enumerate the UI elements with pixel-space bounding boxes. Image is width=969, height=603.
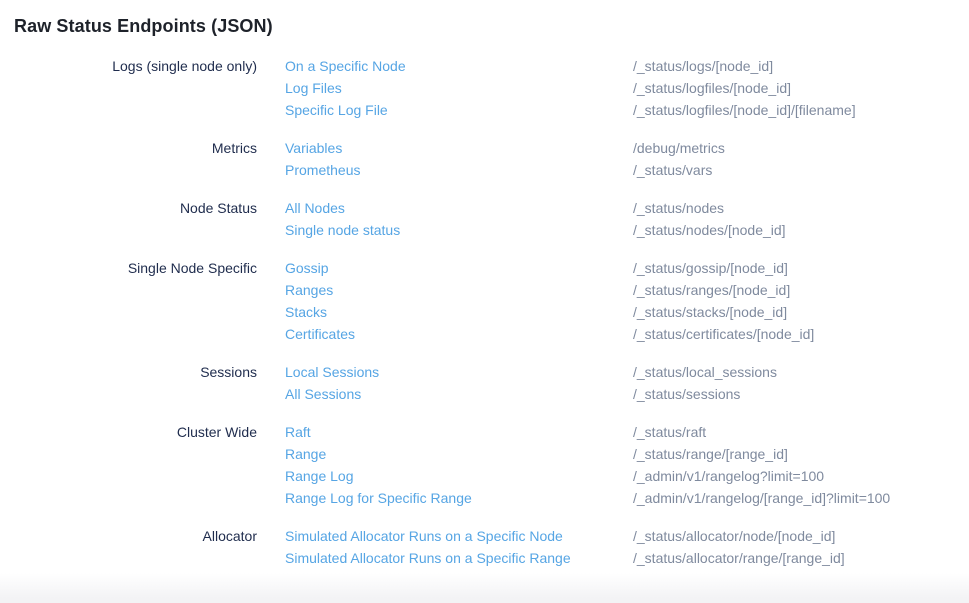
- section-category: [0, 443, 285, 465]
- endpoint-link[interactable]: Simulated Allocator Runs on a Specific N…: [285, 525, 563, 547]
- endpoint-link[interactable]: Range Log: [285, 465, 354, 487]
- section-category: [0, 323, 285, 345]
- endpoint-link[interactable]: Range Log for Specific Range: [285, 487, 472, 509]
- endpoint-path: /_status/gossip/[node_id]: [633, 257, 969, 279]
- endpoint-path: /_status/logs/[node_id]: [633, 55, 969, 77]
- endpoint-path: /_status/allocator/range/[range_id]: [633, 547, 969, 569]
- endpoint-path: /_status/certificates/[node_id]: [633, 323, 969, 345]
- endpoint-link[interactable]: All Nodes: [285, 197, 345, 219]
- endpoint-path: /_status/vars: [633, 159, 969, 181]
- endpoint-path: /_status/allocator/node/[node_id]: [633, 525, 969, 547]
- endpoint-row: Specific Log File /_status/logfiles/[node…: [0, 99, 969, 121]
- section-category: [0, 99, 285, 121]
- section-category: Metrics: [0, 137, 285, 159]
- endpoint-link[interactable]: Gossip: [285, 257, 329, 279]
- endpoint-row: Log Files /_status/logfiles/[node_id]: [0, 77, 969, 99]
- endpoint-path: /_status/range/[range_id]: [633, 443, 969, 465]
- endpoint-row: Range /_status/range/[range_id]: [0, 443, 969, 465]
- endpoint-section: MetricsVariables/debug/metricsPrometheus…: [0, 137, 969, 181]
- endpoint-row: All Sessions /_status/sessions: [0, 383, 969, 405]
- endpoint-path: /_status/stacks/[node_id]: [633, 301, 969, 323]
- section-category: Cluster Wide: [0, 421, 285, 443]
- endpoint-row: Single Node SpecificGossip /_status/gossi…: [0, 257, 969, 279]
- endpoint-row: Range Log for Specific Range /_admin/v1/r…: [0, 487, 969, 509]
- endpoint-row: MetricsVariables/debug/metrics: [0, 137, 969, 159]
- endpoint-link[interactable]: Stacks: [285, 301, 327, 323]
- section-category: [0, 159, 285, 181]
- endpoint-path: /debug/metrics: [633, 137, 969, 159]
- section-category: [0, 547, 285, 569]
- endpoint-section: AllocatorSimulated Allocator Runs on a S…: [0, 525, 969, 569]
- endpoint-row: Logs (single node only)On a Specific Nod…: [0, 55, 969, 77]
- section-category: [0, 383, 285, 405]
- endpoint-path: /_status/logfiles/[node_id]: [633, 77, 969, 99]
- endpoint-path: /_status/ranges/[node_id]: [633, 279, 969, 301]
- endpoint-row: Certificates /_status/certificates/[node_…: [0, 323, 969, 345]
- endpoint-link[interactable]: On a Specific Node: [285, 55, 406, 77]
- endpoint-link[interactable]: Certificates: [285, 323, 355, 345]
- endpoint-link[interactable]: Prometheus: [285, 159, 360, 181]
- endpoint-path: /_status/logfiles/[node_id]/[filename]: [633, 99, 969, 121]
- endpoint-path: /_admin/v1/rangelog?limit=100: [633, 465, 969, 487]
- endpoint-path: /_status/nodes/[node_id]: [633, 219, 969, 241]
- endpoint-link[interactable]: Specific Log File: [285, 99, 388, 121]
- endpoint-path: /_status/local_sessions: [633, 361, 969, 383]
- endpoint-section: Cluster WideRaft /_status/raft Range /_stat…: [0, 421, 969, 509]
- endpoint-link[interactable]: Variables: [285, 137, 342, 159]
- endpoint-row: Node StatusAll Nodes /_status/nodes: [0, 197, 969, 219]
- endpoint-row: Ranges /_status/ranges/[node_id]: [0, 279, 969, 301]
- endpoint-row: AllocatorSimulated Allocator Runs on a S…: [0, 525, 969, 547]
- section-category: Sessions: [0, 361, 285, 383]
- endpoint-path: /_status/raft: [633, 421, 969, 443]
- section-category: [0, 487, 285, 509]
- section-category: Allocator: [0, 525, 285, 547]
- section-category: [0, 279, 285, 301]
- endpoint-link[interactable]: Local Sessions: [285, 361, 379, 383]
- endpoint-path: /_status/nodes: [633, 197, 969, 219]
- footer-fade: [0, 573, 969, 603]
- section-category: Logs (single node only): [0, 55, 285, 77]
- endpoint-section: SessionsLocal Sessions /_status/local_ses…: [0, 361, 969, 405]
- endpoint-link[interactable]: Log Files: [285, 77, 342, 99]
- endpoint-section: Single Node SpecificGossip /_status/gossi…: [0, 257, 969, 345]
- endpoint-path: /_status/sessions: [633, 383, 969, 405]
- section-category: [0, 219, 285, 241]
- endpoint-link[interactable]: Ranges: [285, 279, 333, 301]
- endpoint-path: /_admin/v1/rangelog/[range_id]?limit=100: [633, 487, 969, 509]
- endpoint-row: Stacks /_status/stacks/[node_id]: [0, 301, 969, 323]
- endpoint-link[interactable]: Simulated Allocator Runs on a Specific R…: [285, 547, 571, 569]
- endpoint-link[interactable]: Range: [285, 443, 326, 465]
- endpoint-row: Cluster WideRaft /_status/raft: [0, 421, 969, 443]
- endpoint-row: SessionsLocal Sessions /_status/local_ses…: [0, 361, 969, 383]
- section-category: [0, 465, 285, 487]
- endpoint-link[interactable]: Single node status: [285, 219, 400, 241]
- endpoints-table: Logs (single node only)On a Specific Nod…: [0, 55, 969, 569]
- section-category: [0, 301, 285, 323]
- endpoint-row: Single node status /_status/nodes/[node_i…: [0, 219, 969, 241]
- section-category: Node Status: [0, 197, 285, 219]
- endpoint-link[interactable]: Raft: [285, 421, 311, 443]
- endpoint-row: Simulated Allocator Runs on a Specific R…: [0, 547, 969, 569]
- endpoint-link[interactable]: All Sessions: [285, 383, 361, 405]
- endpoint-section: Logs (single node only)On a Specific Nod…: [0, 55, 969, 121]
- endpoint-row: Range Log /_admin/v1/rangelog?limit=100: [0, 465, 969, 487]
- section-category: [0, 77, 285, 99]
- endpoint-section: Node StatusAll Nodes/_status/nodesSingle…: [0, 197, 969, 241]
- page-title: Raw Status Endpoints (JSON): [0, 0, 969, 38]
- endpoint-row: Prometheus /_status/vars: [0, 159, 969, 181]
- section-category: Single Node Specific: [0, 257, 285, 279]
